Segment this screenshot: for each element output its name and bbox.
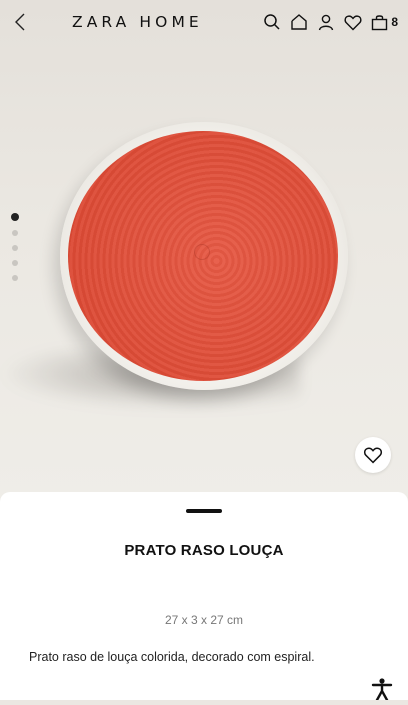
account-button[interactable] (317, 13, 335, 31)
gallery-dot[interactable] (12, 230, 18, 236)
gallery-pagination (11, 213, 19, 281)
plate-glaze (68, 131, 338, 381)
accessibility-icon (371, 678, 393, 702)
back-arrow-icon (15, 13, 25, 31)
product-title: PRATO RASO LOUÇA (124, 542, 284, 559)
product-info-sheet: PRATO RASO LOUÇA 27 x 3 x 27 cm Prato ra… (0, 492, 408, 700)
top-bar: ZARA HOME 8 (0, 0, 408, 44)
bag-icon (372, 14, 388, 30)
search-icon (264, 14, 280, 30)
search-button[interactable] (263, 13, 281, 31)
gallery-dot[interactable] (12, 275, 18, 281)
user-icon (319, 14, 334, 31)
product-description: Prato raso de louça colorida, decorado c… (29, 650, 315, 664)
heart-icon (363, 447, 383, 464)
sheet-drag-handle[interactable] (186, 509, 222, 513)
gallery-dot[interactable] (12, 260, 18, 266)
product-dimensions: 27 x 3 x 27 cm (164, 613, 244, 627)
plate-image (60, 122, 348, 390)
heart-icon (344, 14, 362, 30)
cart-button[interactable]: 8 (371, 14, 398, 31)
gallery-dot[interactable] (12, 245, 18, 251)
brand-logo[interactable]: ZARA HOME (72, 13, 203, 31)
home-icon (291, 14, 308, 30)
product-image[interactable] (0, 0, 408, 500)
header-icons: 8 (263, 13, 398, 31)
plate-spiral-center (194, 244, 210, 260)
gallery-dot[interactable] (11, 213, 19, 221)
back-button[interactable] (10, 10, 30, 34)
accessibility-button[interactable] (370, 678, 394, 702)
home-button[interactable] (290, 13, 308, 31)
cart-count: 8 (391, 15, 398, 29)
wishlist-button[interactable] (344, 14, 362, 31)
add-to-wishlist-button[interactable] (355, 437, 391, 473)
